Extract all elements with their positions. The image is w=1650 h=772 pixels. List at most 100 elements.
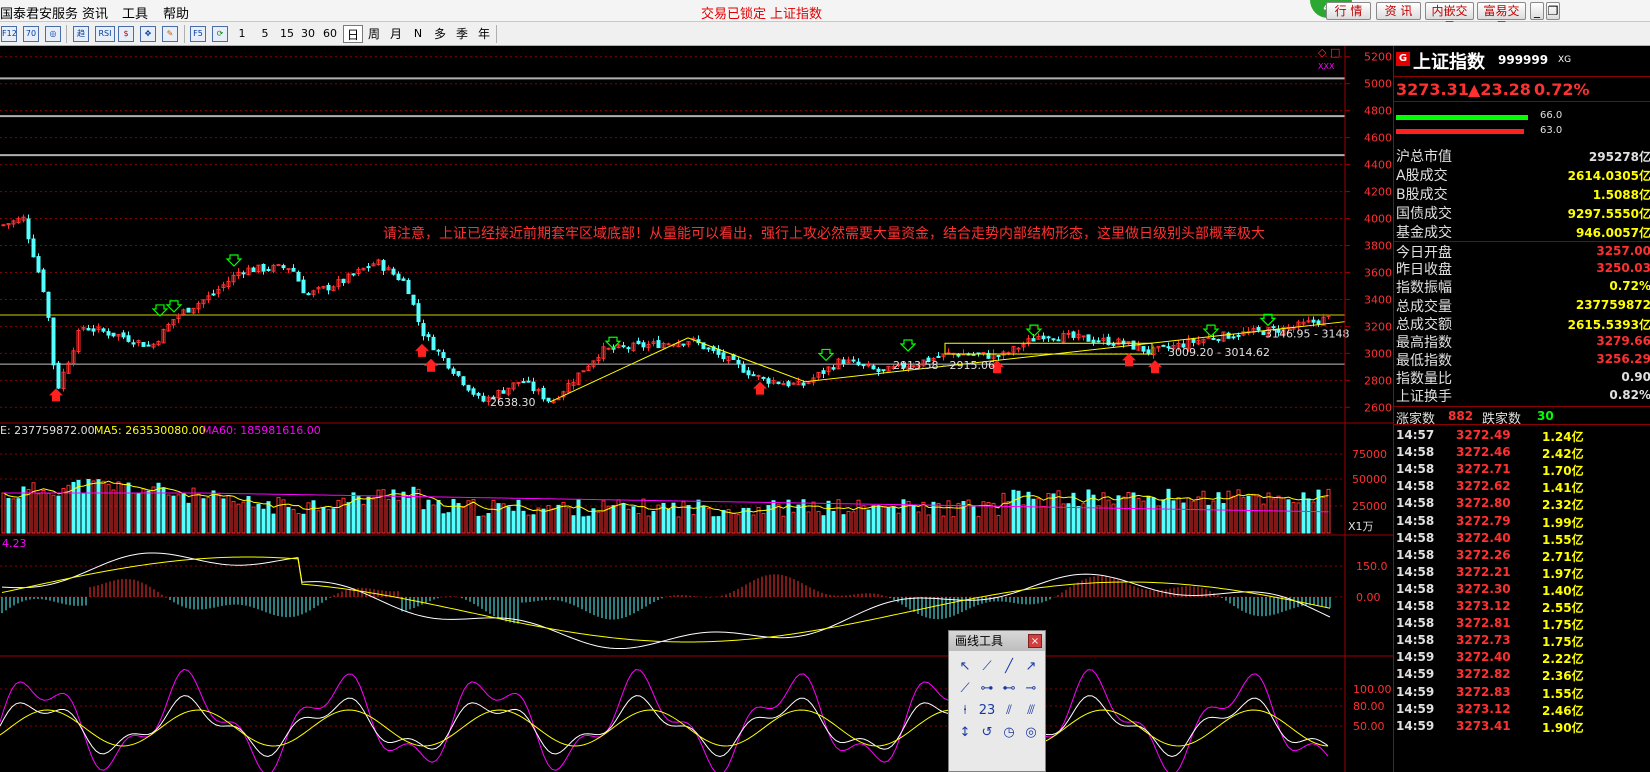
cycle-icon[interactable]: ◷ bbox=[999, 723, 1019, 743]
f12-icon[interactable]: F12 bbox=[1, 26, 17, 42]
embedded-trade-button[interactable]: 内嵌交易 bbox=[1425, 2, 1474, 34]
horizontal-segment-icon[interactable]: ⊷ bbox=[999, 679, 1019, 699]
macd-dea-line bbox=[1, 556, 1331, 643]
fibonacci-icon[interactable]: 23 bbox=[977, 701, 997, 721]
period-30min[interactable]: 30 bbox=[298, 25, 318, 43]
tick-row[interactable]: 14:58 3272.40 1.55亿 bbox=[1394, 531, 1650, 548]
tick-row[interactable]: 14:58 3272.73 1.75亿 bbox=[1394, 633, 1650, 650]
volume-bar bbox=[746, 507, 751, 534]
tick-row[interactable]: 14:58 3272.46 2.42亿 bbox=[1394, 445, 1650, 462]
tick-row[interactable]: 14:58 3272.26 2.71亿 bbox=[1394, 548, 1650, 565]
tick-row[interactable]: 14:58 3272.71 1.70亿 bbox=[1394, 462, 1650, 479]
target-icon[interactable]: ◎ bbox=[45, 26, 61, 42]
tick-row[interactable]: 14:59 3272.82 2.36亿 bbox=[1394, 667, 1650, 684]
fuyi-trade-button[interactable]: 富易交易 bbox=[1477, 2, 1526, 34]
volume-bar bbox=[1276, 495, 1281, 534]
period-day[interactable]: 日 bbox=[343, 25, 363, 43]
volume-bar bbox=[201, 498, 206, 534]
restore-icon[interactable]: ❐ bbox=[1546, 2, 1560, 20]
menu-help[interactable]: 帮助 bbox=[163, 3, 189, 22]
candle-body bbox=[266, 268, 271, 271]
tick-row[interactable]: 14:58 3272.62 1.41亿 bbox=[1394, 479, 1650, 496]
parallel-icon[interactable]: ⟋ bbox=[955, 679, 975, 699]
candle-body bbox=[381, 260, 386, 271]
candle-body bbox=[1216, 338, 1221, 341]
line-icon[interactable]: ╱ bbox=[999, 657, 1019, 677]
kline-chart[interactable]: 2638.30 2913.58 - 2915.06 3009.20 - 3014.6… bbox=[0, 46, 1393, 772]
candle-body bbox=[756, 374, 761, 377]
volume-bar bbox=[51, 494, 56, 534]
volume-bar bbox=[1106, 499, 1111, 534]
tick-row[interactable]: 14:58 3272.30 1.40亿 bbox=[1394, 582, 1650, 599]
volume-bar bbox=[151, 486, 156, 534]
price-candles[interactable] bbox=[1, 214, 1331, 406]
news-button[interactable]: 资 讯 bbox=[1376, 2, 1421, 20]
tick-row[interactable]: 14:58 3272.79 1.99亿 bbox=[1394, 514, 1650, 531]
tick-time: 14:59 bbox=[1396, 667, 1435, 682]
menu-news[interactable]: 资讯 bbox=[82, 3, 108, 22]
quote-stat-value: 3256.29 bbox=[1596, 352, 1650, 366]
volume-bar bbox=[586, 515, 591, 534]
volume-bar bbox=[601, 500, 606, 534]
tick-row[interactable]: 14:59 3272.83 1.55亿 bbox=[1394, 685, 1650, 702]
minimize-icon[interactable]: _ bbox=[1530, 2, 1544, 20]
grid-icon[interactable]: ⫻ bbox=[1021, 701, 1041, 721]
horizontal-ray-icon[interactable]: ⊸ bbox=[1021, 679, 1041, 699]
tick-row[interactable]: 14:58 3273.12 2.55亿 bbox=[1394, 599, 1650, 616]
volume-bar bbox=[876, 505, 881, 534]
horizontal-line-icon[interactable]: ⊶ bbox=[977, 679, 997, 699]
move-icon[interactable]: ✥ bbox=[140, 26, 156, 42]
kdj-tick-label: 100.00 bbox=[1353, 683, 1392, 696]
circle-icon[interactable]: ◎ bbox=[1021, 723, 1041, 743]
period-week[interactable]: 周 bbox=[364, 25, 384, 43]
f5-icon[interactable]: F5 bbox=[190, 26, 206, 42]
period-15min[interactable]: 15 bbox=[277, 25, 297, 43]
tick-row[interactable]: 14:58 3272.80 2.32亿 bbox=[1394, 496, 1650, 513]
period-60min[interactable]: 60 bbox=[320, 25, 340, 43]
period-multi[interactable]: 多 bbox=[430, 25, 450, 43]
period-1min[interactable]: 1 bbox=[232, 25, 252, 43]
price-level-label: 2913.58 - 2915.06 bbox=[893, 359, 995, 372]
volume-bar bbox=[1296, 502, 1301, 534]
menu-service[interactable]: 国泰君安服务 bbox=[0, 3, 78, 22]
pencil-icon[interactable]: ✎ bbox=[162, 26, 178, 42]
ray-icon[interactable]: ↗ bbox=[1021, 657, 1041, 677]
period-5min[interactable]: 5 bbox=[255, 25, 275, 43]
pointer-icon[interactable]: ↖ bbox=[955, 657, 975, 677]
indicator-70-icon[interactable]: 70 bbox=[23, 26, 39, 42]
rsi-icon[interactable]: RSI bbox=[95, 26, 115, 42]
close-icon[interactable]: × bbox=[1028, 634, 1042, 648]
period-n[interactable]: N bbox=[408, 25, 428, 43]
trend-icon[interactable]: 趋 bbox=[73, 26, 89, 42]
quotes-button[interactable]: 行 情 bbox=[1326, 2, 1371, 20]
tick-volume: 1.90亿 bbox=[1542, 720, 1584, 735]
tick-row[interactable]: 14:57 3272.49 1.24亿 bbox=[1394, 428, 1650, 445]
tick-row[interactable]: 14:59 3273.41 1.90亿 bbox=[1394, 719, 1650, 736]
period-month[interactable]: 月 bbox=[386, 25, 406, 43]
tick-row[interactable]: 14:58 3272.81 1.75亿 bbox=[1394, 616, 1650, 633]
tick-time: 14:58 bbox=[1396, 581, 1435, 596]
quote-stat-row: 昨日收盘 3250.03 bbox=[1394, 259, 1650, 278]
segment-icon[interactable]: ⟋ bbox=[977, 657, 997, 677]
channel-icon[interactable]: ⫽ bbox=[999, 701, 1019, 721]
arrow-icon[interactable]: ↕ bbox=[955, 723, 975, 743]
tick-row[interactable]: 14:59 3273.12 2.46亿 bbox=[1394, 702, 1650, 719]
macd-tick-label: 0.00 bbox=[1356, 591, 1381, 604]
period-year[interactable]: 年 bbox=[474, 25, 494, 43]
arc-icon[interactable]: ↺ bbox=[977, 723, 997, 743]
volume-bar bbox=[121, 484, 126, 534]
tick-row[interactable]: 14:58 3272.21 1.97亿 bbox=[1394, 565, 1650, 582]
quote-stat-row: 沪总市值 295278亿 bbox=[1394, 146, 1650, 165]
volume-bar bbox=[81, 493, 86, 534]
volume-bar bbox=[1286, 499, 1291, 534]
candle-body bbox=[851, 359, 856, 362]
volume-bar bbox=[681, 501, 686, 534]
dollar-icon[interactable]: $ bbox=[118, 26, 134, 42]
period-quarter[interactable]: 季 bbox=[452, 25, 472, 43]
vertical-line-icon[interactable]: ⍿ bbox=[955, 701, 975, 721]
menu-tools[interactable]: 工具 bbox=[122, 3, 148, 22]
drawing-tools-window[interactable]: 画线工具 × ↖ ⟋ ╱ ↗ ⟋ ⊶ ⊷ ⊸ ⍿ 23 ⫽ ⫻ ↕ ↺ ◷ ◎ bbox=[948, 630, 1046, 772]
refresh-icon[interactable]: ⟳ bbox=[212, 26, 228, 42]
chart-corner-icon[interactable]: ◇ □ bbox=[1318, 46, 1340, 59]
tick-row[interactable]: 14:59 3272.40 2.22亿 bbox=[1394, 650, 1650, 667]
